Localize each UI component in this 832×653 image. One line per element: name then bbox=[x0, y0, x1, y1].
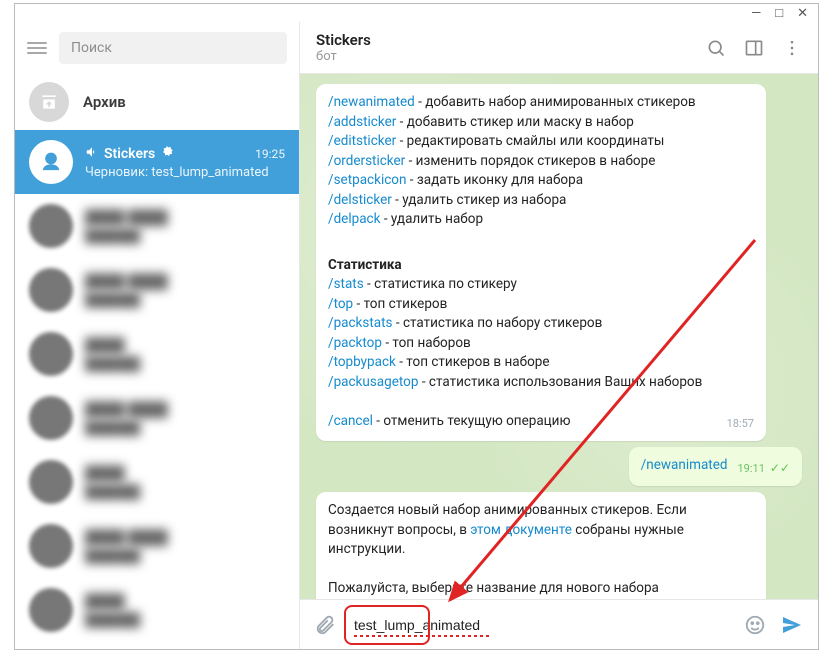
chat-item[interactable]: ██████████ bbox=[15, 322, 299, 386]
draft-text: test_lump_animated bbox=[148, 165, 268, 180]
command-link[interactable]: /packusagetop bbox=[328, 374, 418, 390]
messages-area: /newanimated - добавить набор анимирован… bbox=[300, 74, 818, 599]
chat-time: 19:25 bbox=[255, 147, 285, 161]
command-link[interactable]: /packtop bbox=[328, 335, 382, 351]
chat-title: Stickers bbox=[316, 31, 371, 49]
archive-row[interactable]: Архив bbox=[15, 74, 299, 130]
chat-subtitle: бот bbox=[316, 49, 371, 64]
sidebar: Поиск Архив bbox=[15, 22, 300, 649]
command-link[interactable]: /top bbox=[328, 296, 353, 312]
window-titlebar: — □ ✕ bbox=[15, 4, 818, 22]
command-link[interactable]: /newanimated bbox=[641, 457, 728, 473]
archive-icon bbox=[29, 82, 69, 122]
attach-icon[interactable] bbox=[314, 614, 336, 636]
command-link[interactable]: /addsticker bbox=[328, 114, 396, 130]
emoji-icon[interactable] bbox=[744, 614, 766, 636]
command-link[interactable]: /setpackicon bbox=[328, 172, 406, 188]
app-window: — □ ✕ Поиск Архив bbox=[14, 3, 819, 650]
chat-item[interactable]: ████ ██████████ bbox=[15, 514, 299, 578]
verified-icon bbox=[160, 145, 174, 163]
command-link[interactable]: /stats bbox=[328, 276, 364, 292]
message-time: 19:11 ✓✓ bbox=[738, 460, 791, 477]
command-link[interactable]: /topbypack bbox=[328, 354, 396, 370]
window-close[interactable]: ✕ bbox=[797, 6, 808, 21]
chat-list: Stickers 19:25 Черновик: test_lump_anima… bbox=[15, 130, 299, 649]
chat-item[interactable]: ████ ██████████ bbox=[15, 194, 299, 258]
spellcheck-underline bbox=[354, 635, 489, 637]
chat-item[interactable]: ██████████ bbox=[15, 578, 299, 642]
chat-header: Stickers бот bbox=[300, 22, 818, 74]
message-time: 18:57 bbox=[727, 416, 754, 432]
side-panel-icon[interactable] bbox=[744, 38, 764, 58]
more-icon[interactable] bbox=[782, 38, 802, 58]
chat-item[interactable]: ████ ██████████ bbox=[15, 386, 299, 450]
window-minimize[interactable]: — bbox=[751, 6, 761, 21]
message-in[interactable]: /newanimated - добавить набор анимирован… bbox=[316, 84, 766, 441]
window-maximize[interactable]: □ bbox=[775, 5, 783, 21]
command-link[interactable]: /delpack bbox=[328, 211, 380, 227]
command-link[interactable]: /ordersticker bbox=[328, 153, 405, 169]
chat-item[interactable]: ████ ██████████ bbox=[15, 258, 299, 322]
doc-link[interactable]: этом документе bbox=[470, 522, 572, 538]
section-header: Статистика bbox=[328, 256, 402, 276]
composer bbox=[300, 599, 818, 649]
search-icon[interactable] bbox=[706, 38, 726, 58]
chat-item-stickers[interactable]: Stickers 19:25 Черновик: test_lump_anima… bbox=[15, 130, 299, 194]
command-link[interactable]: /delsticker bbox=[328, 192, 392, 208]
main-panel: Stickers бот /newanimated - добавить наб… bbox=[300, 22, 818, 649]
bot-avatar-icon bbox=[29, 140, 73, 184]
double-check-icon: ✓✓ bbox=[767, 461, 790, 475]
message-in[interactable]: Создается новый набор анимированных стик… bbox=[316, 492, 766, 599]
command-link[interactable]: /editsticker bbox=[328, 133, 396, 149]
send-icon[interactable] bbox=[780, 613, 804, 637]
hamburger-icon[interactable] bbox=[27, 39, 47, 57]
search-input[interactable]: Поиск bbox=[59, 32, 287, 64]
archive-label: Архив bbox=[83, 93, 126, 111]
speaker-icon bbox=[85, 145, 99, 163]
chat-item[interactable]: ██████████ bbox=[15, 450, 299, 514]
command-link[interactable]: /cancel bbox=[328, 413, 373, 429]
draft-label: Черновик: bbox=[85, 165, 148, 180]
command-link[interactable]: /packstats bbox=[328, 315, 393, 331]
command-link[interactable]: /newanimated bbox=[328, 94, 415, 110]
message-out[interactable]: /newanimated 19:11 ✓✓ bbox=[629, 447, 802, 486]
chat-name: Stickers bbox=[104, 146, 155, 162]
